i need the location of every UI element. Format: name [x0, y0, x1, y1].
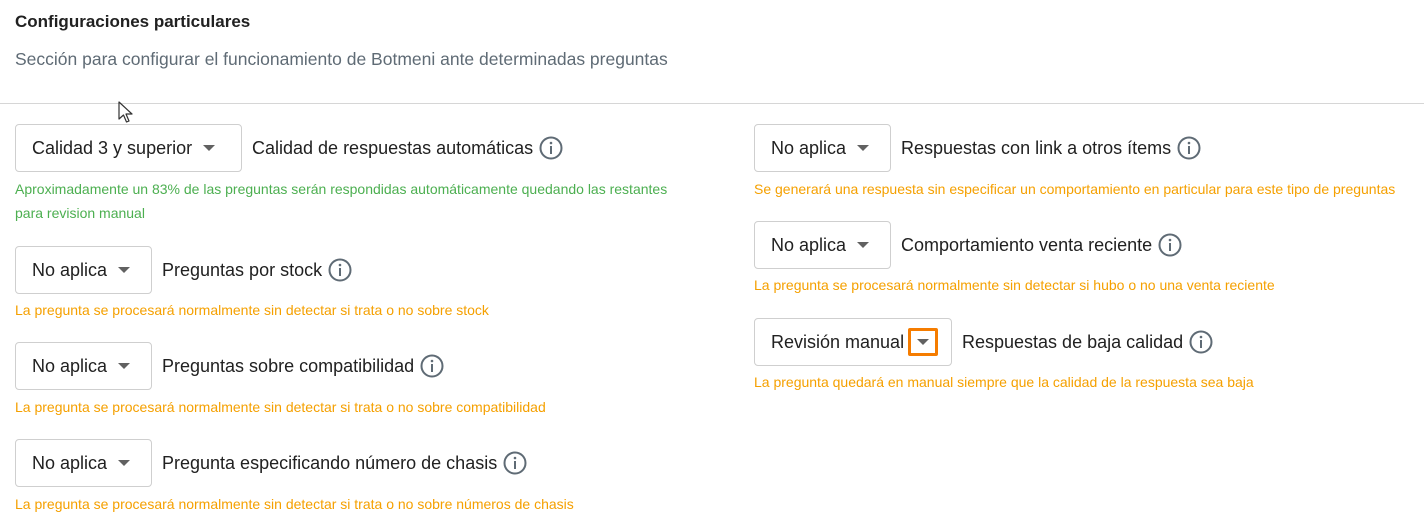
setting-hint: La pregunta se procesará normalmente sin… — [15, 496, 574, 512]
chevron-down-icon[interactable] — [113, 355, 135, 377]
setting-row-chasis: No aplica Pregunta especificando número … — [15, 439, 527, 487]
setting-label: Preguntas sobre compatibilidad — [162, 355, 415, 376]
info-icon[interactable] — [503, 451, 527, 475]
setting-row-baja-calidad: Revisión manual Respuestas de baja calid… — [754, 318, 1213, 366]
info-icon[interactable] — [539, 136, 563, 160]
setting-hint-continued: para revision manual — [15, 205, 145, 221]
select-value: Revisión manual — [771, 331, 905, 352]
info-icon[interactable] — [328, 258, 352, 282]
section-header: Configuraciones particulares — [15, 12, 250, 32]
setting-row-link-items: No aplica Respuestas con link a otros ít… — [754, 124, 1201, 172]
select-value: No aplica — [32, 259, 108, 280]
setting-label: Preguntas por stock — [162, 259, 323, 280]
info-icon[interactable] — [1189, 330, 1213, 354]
chevron-down-icon[interactable] — [852, 137, 874, 159]
info-icon[interactable] — [420, 354, 444, 378]
chevron-down-icon[interactable] — [908, 328, 939, 356]
chevron-down-icon[interactable] — [113, 452, 135, 474]
select-value: No aplica — [32, 452, 108, 473]
setting-hint: La pregunta se procesará normalmente sin… — [15, 399, 546, 415]
venta-reciente-select[interactable]: No aplica — [754, 221, 891, 269]
select-value: No aplica — [32, 355, 108, 376]
setting-row-venta-reciente: No aplica Comportamiento venta reciente — [754, 221, 1182, 269]
setting-label: Calidad de respuestas automáticas — [252, 137, 534, 158]
setting-label: Respuestas con link a otros ítems — [901, 137, 1172, 158]
setting-label: Comportamiento venta reciente — [901, 234, 1153, 255]
compatibilidad-select[interactable]: No aplica — [15, 342, 152, 390]
chevron-down-icon[interactable] — [852, 234, 874, 256]
setting-label: Pregunta especificando número de chasis — [162, 452, 498, 473]
info-icon[interactable] — [1158, 233, 1182, 257]
setting-hint: La pregunta se procesará normalmente sin… — [15, 302, 489, 318]
chevron-down-icon[interactable] — [198, 137, 220, 159]
setting-row-compatibilidad: No aplica Preguntas sobre compatibilidad — [15, 342, 444, 390]
select-value: Calidad 3 y superior — [32, 137, 193, 158]
select-value: No aplica — [771, 234, 847, 255]
setting-row-calidad: Calidad 3 y superior Calidad de respuest… — [15, 124, 563, 172]
stock-select[interactable]: No aplica — [15, 246, 152, 294]
mouse-pointer-icon — [118, 101, 133, 123]
setting-hint: La pregunta quedará en manual siempre qu… — [754, 374, 1254, 390]
calidad-select[interactable]: Calidad 3 y superior — [15, 124, 242, 172]
select-value: No aplica — [771, 137, 847, 158]
link-items-select[interactable]: No aplica — [754, 124, 891, 172]
baja-calidad-select[interactable]: Revisión manual — [754, 318, 952, 366]
chevron-down-icon[interactable] — [113, 259, 135, 281]
chasis-select[interactable]: No aplica — [15, 439, 152, 487]
section-subtitle: Sección para configurar el funcionamient… — [15, 49, 668, 69]
setting-hint: Se generará una respuesta sin especifica… — [754, 181, 1396, 197]
setting-label: Respuestas de baja calidad — [962, 331, 1184, 352]
setting-hint: La pregunta se procesará normalmente sin… — [754, 277, 1275, 293]
setting-row-stock: No aplica Preguntas por stock — [15, 246, 352, 294]
info-icon[interactable] — [1177, 136, 1201, 160]
setting-hint: Aproximadamente un 83% de las preguntas … — [15, 181, 668, 197]
section-title: Configuraciones particulares — [15, 12, 251, 31]
divider — [0, 103, 1424, 104]
